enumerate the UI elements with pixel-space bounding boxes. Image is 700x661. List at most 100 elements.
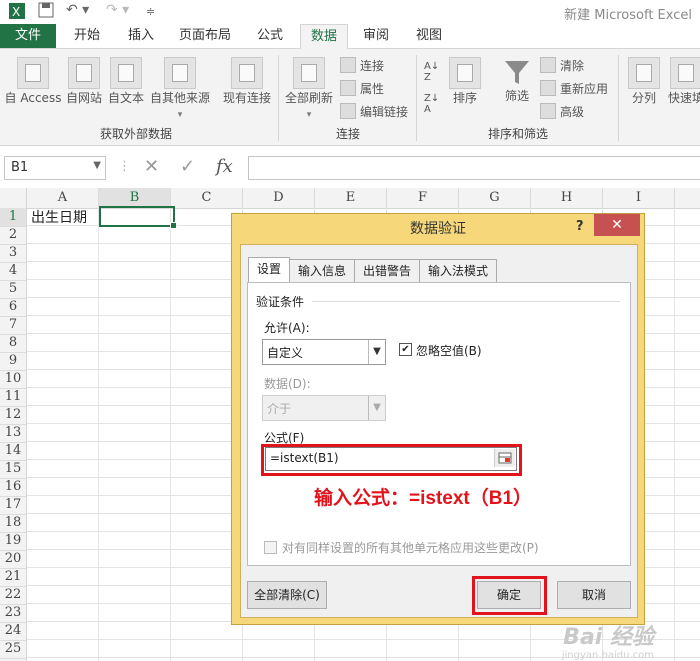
row-header[interactable]: 8: [0, 334, 26, 353]
tab-home[interactable]: 开始: [62, 24, 112, 48]
range-selector-icon[interactable]: [494, 449, 515, 467]
column-header[interactable]: A: [27, 188, 99, 208]
advanced-button[interactable]: 高级: [540, 103, 584, 120]
clear-all-button[interactable]: 全部清除(C): [247, 581, 327, 609]
flash-fill-button[interactable]: 快速填: [666, 57, 700, 106]
cancel-button[interactable]: 取消: [557, 581, 631, 609]
row-header[interactable]: 11: [0, 388, 26, 407]
chevron-down-icon[interactable]: ▼: [368, 396, 385, 420]
column-header[interactable]: D: [243, 188, 315, 208]
group-get-external-data: 获取外部数据: [100, 127, 173, 141]
save-icon[interactable]: [38, 2, 54, 20]
edit-links-icon: [340, 103, 356, 119]
row-header[interactable]: 15: [0, 460, 26, 479]
column-header[interactable]: I: [603, 188, 675, 208]
row-header[interactable]: 17: [0, 496, 26, 515]
column-header[interactable]: H: [531, 188, 603, 208]
chevron-down-icon[interactable]: ▼: [368, 340, 385, 364]
tab-settings[interactable]: 设置: [248, 257, 290, 282]
tab-error-alert[interactable]: 出错警告: [354, 259, 420, 282]
column-header[interactable]: F: [387, 188, 459, 208]
cell-a1[interactable]: 出生日期: [31, 207, 87, 227]
clear-button[interactable]: 清除: [540, 57, 584, 74]
allow-select[interactable]: 自定义 ▼: [262, 339, 386, 365]
column-header[interactable]: B: [99, 188, 171, 208]
insert-function-icon[interactable]: fx: [216, 156, 233, 177]
from-web-button[interactable]: 自网站: [64, 57, 104, 106]
edit-links-button[interactable]: 编辑链接: [340, 103, 408, 120]
formula-input-field[interactable]: =istext(B1): [265, 447, 517, 471]
row-header[interactable]: 1: [0, 208, 26, 227]
fill-handle[interactable]: [170, 222, 177, 229]
row-header[interactable]: 5: [0, 280, 26, 299]
ok-button[interactable]: 确定: [477, 581, 541, 609]
select-all-corner[interactable]: [0, 188, 27, 208]
row-header[interactable]: 18: [0, 514, 26, 533]
sort-icon: [449, 57, 481, 89]
row-header[interactable]: 13: [0, 424, 26, 443]
existing-connections-button[interactable]: 现有连接: [220, 57, 274, 106]
row-header[interactable]: 12: [0, 406, 26, 425]
tab-page-layout[interactable]: 页面布局: [172, 24, 238, 48]
row-header[interactable]: 6: [0, 298, 26, 317]
row-header[interactable]: 9: [0, 352, 26, 371]
row-header[interactable]: 3: [0, 244, 26, 263]
tab-review[interactable]: 审阅: [352, 24, 400, 48]
data-select[interactable]: 介于 ▼: [262, 395, 386, 421]
active-cell-b1[interactable]: [99, 206, 177, 229]
from-text-button[interactable]: 自文本: [106, 57, 146, 106]
redo-icon[interactable]: ↷ ▾: [106, 2, 129, 20]
ribbon-divider: [416, 55, 417, 141]
sort-ascending-button[interactable]: A↓ Z: [424, 61, 439, 83]
from-other-sources-button[interactable]: 自其他来源 ▾: [148, 57, 212, 120]
undo-icon[interactable]: ↶ ▾: [66, 2, 89, 20]
tab-file[interactable]: 文件: [0, 24, 56, 48]
column-header[interactable]: C: [171, 188, 243, 208]
apply-all-checkbox[interactable]: [264, 541, 277, 554]
cancel-entry-icon[interactable]: ✕: [144, 156, 159, 177]
text-to-columns-button[interactable]: 分列: [626, 57, 662, 106]
row-header[interactable]: 22: [0, 586, 26, 605]
from-access-button[interactable]: 自 Access: [4, 57, 62, 106]
row-header[interactable]: 14: [0, 442, 26, 461]
sort-descending-button[interactable]: Z↓ A: [424, 93, 439, 115]
row-header[interactable]: 23: [0, 604, 26, 623]
ignore-blank-checkbox[interactable]: ✔: [399, 343, 412, 356]
tab-insert[interactable]: 插入: [116, 24, 166, 48]
chevron-down-icon[interactable]: ▼: [93, 160, 101, 171]
properties-button[interactable]: 属性: [340, 80, 384, 97]
refresh-icon: [293, 57, 325, 89]
connections-button[interactable]: 连接: [340, 57, 384, 74]
row-header[interactable]: 20: [0, 550, 26, 569]
row-header[interactable]: 2: [0, 226, 26, 245]
customize-toolbar-icon[interactable]: ≑: [146, 5, 155, 23]
filter-button[interactable]: 筛选: [498, 57, 536, 104]
reapply-button[interactable]: 重新应用: [540, 80, 608, 97]
help-icon[interactable]: ?: [576, 219, 584, 234]
tab-formulas[interactable]: 公式: [246, 24, 294, 48]
row-header[interactable]: 25: [0, 640, 26, 659]
refresh-all-button[interactable]: 全部刷新 ▾: [284, 57, 334, 120]
enter-icon[interactable]: ✓: [180, 156, 195, 177]
access-icon: [17, 57, 49, 89]
advanced-label: 高级: [560, 105, 585, 119]
tab-data[interactable]: 数据: [300, 24, 348, 50]
row-header[interactable]: 4: [0, 262, 26, 281]
web-icon: [68, 57, 100, 89]
row-header[interactable]: 7: [0, 316, 26, 335]
column-header[interactable]: E: [315, 188, 387, 208]
row-header[interactable]: 24: [0, 622, 26, 641]
formula-input[interactable]: [248, 156, 700, 180]
row-header[interactable]: 21: [0, 568, 26, 587]
sort-button[interactable]: 排序: [446, 57, 484, 106]
tab-ime-mode[interactable]: 输入法模式: [419, 259, 497, 282]
name-box[interactable]: B1 ▼: [4, 156, 106, 180]
row-header[interactable]: 10: [0, 370, 26, 389]
tab-input-message[interactable]: 输入信息: [289, 259, 355, 282]
connections-label: 连接: [360, 59, 385, 73]
row-header[interactable]: 16: [0, 478, 26, 497]
close-icon[interactable]: ✕: [594, 214, 640, 236]
row-header[interactable]: 19: [0, 532, 26, 551]
tab-view[interactable]: 视图: [406, 24, 452, 48]
column-header[interactable]: G: [459, 188, 531, 208]
